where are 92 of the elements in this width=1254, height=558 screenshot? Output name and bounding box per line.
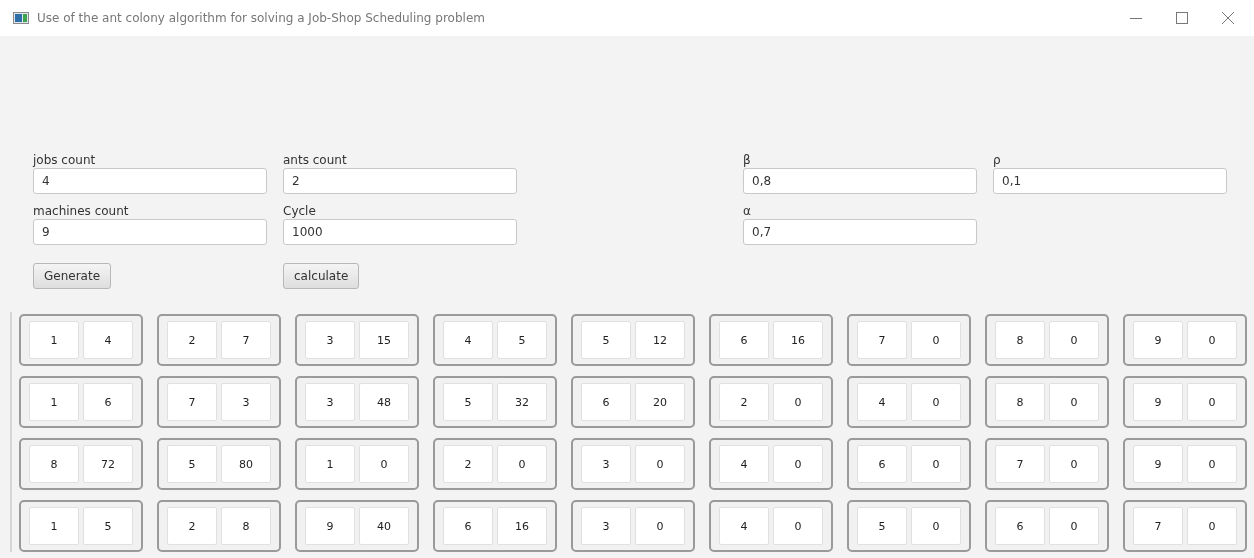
value-field[interactable]: 0: [911, 507, 961, 545]
value-field[interactable]: 0: [1187, 383, 1237, 421]
input-field[interactable]: 2: [283, 168, 517, 194]
value-field[interactable]: 15: [359, 321, 409, 359]
value-field[interactable]: 0: [911, 321, 961, 359]
value-field[interactable]: 2: [167, 507, 217, 545]
value-field[interactable]: 80: [221, 445, 271, 483]
window-title: Use of the ant colony algorithm for solving a Job-Shop Scheduling problem: [37, 11, 485, 25]
value-field[interactable]: 6: [857, 445, 907, 483]
value-field[interactable]: 0: [1049, 383, 1099, 421]
value-field[interactable]: 3: [581, 507, 631, 545]
value-field[interactable]: 16: [773, 321, 823, 359]
field-label: α: [743, 203, 752, 219]
value-field[interactable]: 5: [83, 507, 133, 545]
value-field[interactable]: 0: [911, 445, 961, 483]
field-label: β: [743, 152, 752, 168]
value-field[interactable]: 4: [719, 507, 769, 545]
value-field[interactable]: 1: [305, 445, 355, 483]
value-field[interactable]: 8: [221, 507, 271, 545]
value-field[interactable]: 20: [635, 383, 685, 421]
input-field[interactable]: 1000: [283, 219, 517, 245]
value-field[interactable]: 6: [581, 383, 631, 421]
value-field[interactable]: 5: [581, 321, 631, 359]
action-button[interactable]: calculate: [283, 263, 360, 289]
value-field[interactable]: 0: [911, 383, 961, 421]
value-field[interactable]: 0: [635, 445, 685, 483]
value-field[interactable]: 0: [1187, 445, 1237, 483]
value-field[interactable]: 4: [719, 445, 769, 483]
value-field[interactable]: 6: [443, 507, 493, 545]
input-field[interactable]: 4: [33, 168, 267, 194]
value-field[interactable]: 32: [497, 383, 547, 421]
value-field[interactable]: 2: [719, 383, 769, 421]
value-field[interactable]: 0: [773, 445, 823, 483]
value-field[interactable]: 9: [1133, 321, 1183, 359]
field-label: machines count: [33, 203, 130, 219]
value-field[interactable]: 3: [305, 383, 355, 421]
value-field[interactable]: 0: [1049, 321, 1099, 359]
value-field[interactable]: 16: [497, 507, 547, 545]
value-field[interactable]: 8: [29, 445, 79, 483]
value-field[interactable]: 0: [773, 507, 823, 545]
value-field[interactable]: 7: [167, 383, 217, 421]
input-field[interactable]: 0,7: [743, 219, 977, 245]
close-icon[interactable]: [1222, 12, 1234, 24]
value-field[interactable]: 0: [635, 507, 685, 545]
input-field[interactable]: 0,8: [743, 168, 977, 194]
value-field[interactable]: 6: [719, 321, 769, 359]
value-field[interactable]: 48: [359, 383, 409, 421]
action-button[interactable]: Generate: [33, 263, 112, 289]
value-field[interactable]: 9: [1133, 445, 1183, 483]
app-icon: [13, 12, 29, 24]
input-field[interactable]: 9: [33, 219, 267, 245]
value-field[interactable]: 0: [359, 445, 409, 483]
value-field[interactable]: 72: [83, 445, 133, 483]
value-field[interactable]: 1: [29, 321, 79, 359]
value-field[interactable]: 5: [443, 383, 493, 421]
value-field[interactable]: 12: [635, 321, 685, 359]
value-field[interactable]: 7: [857, 321, 907, 359]
input-field[interactable]: 0,1: [993, 168, 1227, 194]
value-field[interactable]: 3: [581, 445, 631, 483]
field-label: jobs count: [33, 152, 97, 168]
value-field[interactable]: 0: [773, 383, 823, 421]
value-field[interactable]: 0: [1049, 507, 1099, 545]
value-field[interactable]: 3: [221, 383, 271, 421]
value-field[interactable]: 0: [1187, 321, 1237, 359]
value-field[interactable]: 6: [83, 383, 133, 421]
field-label: ρ: [993, 152, 1002, 168]
value-field[interactable]: 9: [1133, 383, 1183, 421]
value-field[interactable]: 7: [1133, 507, 1183, 545]
field-label: Cycle: [283, 203, 317, 219]
value-field[interactable]: 4: [83, 321, 133, 359]
value-field[interactable]: 2: [167, 321, 217, 359]
maximize-icon[interactable]: [1176, 12, 1188, 24]
value-field[interactable]: 2: [443, 445, 493, 483]
value-field[interactable]: 5: [497, 321, 547, 359]
value-field[interactable]: 0: [497, 445, 547, 483]
value-field[interactable]: 5: [167, 445, 217, 483]
value-field[interactable]: 6: [995, 507, 1045, 545]
field-label: ants count: [283, 152, 348, 168]
value-field[interactable]: 0: [1187, 507, 1237, 545]
value-field[interactable]: 8: [995, 383, 1045, 421]
value-field[interactable]: 8: [995, 321, 1045, 359]
value-field[interactable]: 0: [1049, 445, 1099, 483]
value-field[interactable]: 3: [305, 321, 355, 359]
value-field[interactable]: 5: [857, 507, 907, 545]
value-field[interactable]: 4: [443, 321, 493, 359]
value-field[interactable]: 40: [359, 507, 409, 545]
value-field[interactable]: 7: [995, 445, 1045, 483]
value-field[interactable]: 9: [305, 507, 355, 545]
value-field[interactable]: 4: [857, 383, 907, 421]
value-field[interactable]: 7: [221, 321, 271, 359]
value-field[interactable]: 1: [29, 383, 79, 421]
value-field[interactable]: 1: [29, 507, 79, 545]
